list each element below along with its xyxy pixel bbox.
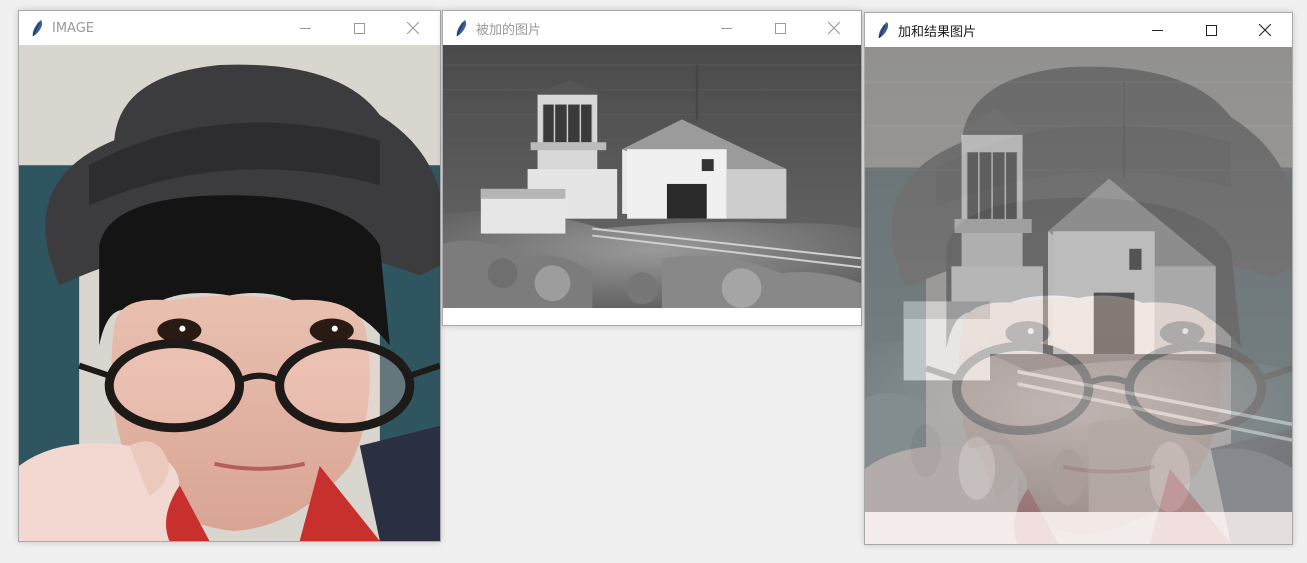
- close-icon: [1259, 24, 1271, 36]
- maximize-button[interactable]: [332, 11, 386, 45]
- close-button[interactable]: [1238, 13, 1292, 47]
- minimize-button[interactable]: [278, 11, 332, 45]
- title-bar[interactable]: 加和结果图片: [865, 13, 1292, 47]
- portrait-image: [19, 45, 440, 541]
- client-area: [443, 45, 861, 325]
- minimize-icon: [1151, 29, 1163, 31]
- minimize-button[interactable]: [1130, 13, 1184, 47]
- client-area: [865, 47, 1292, 544]
- maximize-icon: [353, 22, 365, 34]
- feather-icon: [456, 20, 467, 37]
- image-window: IMAGE: [18, 10, 441, 542]
- maximize-icon: [1205, 24, 1217, 36]
- client-area: [19, 45, 440, 541]
- feather-icon: [878, 22, 889, 39]
- window-title: 加和结果图片: [898, 24, 977, 40]
- close-button[interactable]: [807, 11, 861, 45]
- window-title: 被加的图片: [476, 22, 542, 38]
- window-title: IMAGE: [52, 20, 95, 36]
- added-image-window: 被加的图片: [442, 10, 862, 326]
- sum-result-window: 加和结果图片: [864, 12, 1293, 545]
- maximize-icon: [774, 22, 786, 34]
- feather-icon: [32, 20, 43, 37]
- maximize-button[interactable]: [753, 11, 807, 45]
- close-icon: [407, 22, 419, 34]
- blended-result-image: [865, 47, 1292, 544]
- close-button[interactable]: [386, 11, 440, 45]
- lighthouse-image: [443, 45, 861, 308]
- title-bar[interactable]: 被加的图片: [443, 11, 861, 45]
- close-icon: [828, 22, 840, 34]
- title-bar[interactable]: IMAGE: [19, 11, 440, 45]
- minimize-icon: [720, 27, 732, 29]
- minimize-button[interactable]: [699, 11, 753, 45]
- minimize-icon: [299, 27, 311, 29]
- maximize-button[interactable]: [1184, 13, 1238, 47]
